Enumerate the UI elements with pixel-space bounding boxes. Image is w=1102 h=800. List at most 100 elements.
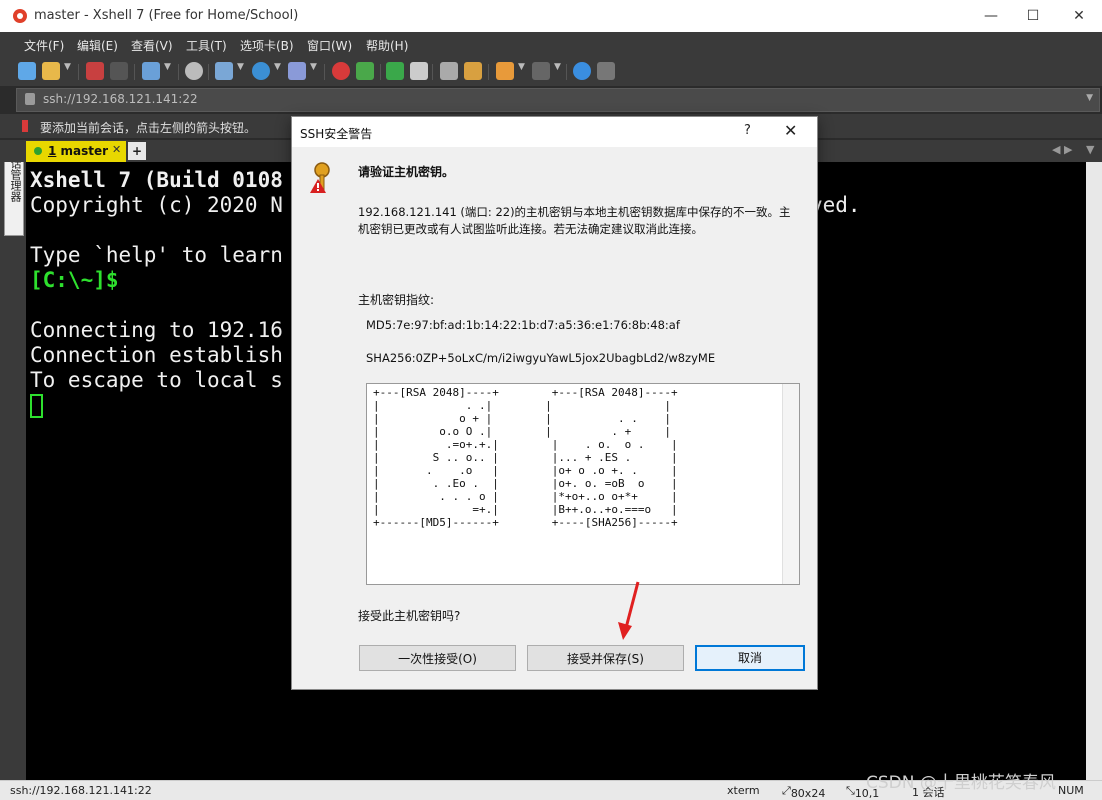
help-icon[interactable]	[573, 62, 591, 80]
menu-tools[interactable]: 工具(T)	[186, 37, 227, 54]
layout-icon[interactable]	[215, 62, 233, 80]
chevron-down-icon[interactable]: ▼	[1086, 93, 1093, 103]
new-tab-button[interactable]: +	[128, 142, 146, 160]
lock-icon	[25, 93, 35, 105]
menu-help[interactable]: 帮助(H)	[366, 37, 408, 54]
xshell-logo-icon	[13, 9, 27, 23]
status-term-size-value: 80x24	[790, 787, 826, 800]
bookmark-icon[interactable]	[22, 120, 28, 132]
close-window-button[interactable]: ✕	[1056, 0, 1102, 32]
dialog-help-button[interactable]: ?	[744, 123, 751, 138]
terminal-scrollbar[interactable]	[1086, 162, 1102, 780]
terminal-cursor	[30, 394, 43, 418]
menu-bar: 文件(F) 编辑(E) 查看(V) 工具(T) 选项卡(B) 窗口(W) 帮助(…	[0, 32, 1102, 58]
watermark: CSDN @十里桃花笑春风	[866, 773, 1056, 793]
tab-master[interactable]: 1 master ✕	[26, 141, 126, 162]
toolbar-divider	[134, 64, 135, 80]
fingerprint-label: 主机密钥指纹:	[358, 293, 435, 307]
disconnect-icon[interactable]	[86, 62, 104, 80]
xagent-icon[interactable]	[356, 62, 374, 80]
tab-close-icon[interactable]: ✕	[112, 143, 121, 156]
dialog-body-line1: 192.168.121.141 (端口: 22)的主机密钥与本地主机密钥数据库中…	[358, 205, 791, 219]
maximize-button[interactable]: ☐	[1010, 0, 1056, 32]
toolbar-divider	[178, 64, 179, 80]
randomart-text: +---[RSA 2048]----+ +---[RSA 2048]----+ …	[373, 386, 678, 529]
reconnect-icon[interactable]	[110, 62, 128, 80]
toolbar-divider	[488, 64, 489, 80]
menu-file[interactable]: 文件(F)	[24, 37, 64, 54]
chat-icon[interactable]	[597, 62, 615, 80]
status-term-size: ⤢ 80x24	[782, 784, 826, 800]
md5-fingerprint: MD5:7e:97:bf:ad:1b:14:22:1b:d7:a5:36:e1:…	[366, 318, 680, 332]
connected-status-icon	[34, 147, 42, 155]
randomart-scrollbar[interactable]	[782, 384, 799, 584]
terminal-line: To escape to local s	[30, 368, 283, 392]
menu-window[interactable]: 窗口(W)	[307, 37, 352, 54]
compose-icon[interactable]	[496, 62, 514, 80]
toolbar-divider	[78, 64, 79, 80]
chevron-down-icon[interactable]: ▼	[64, 62, 71, 72]
highlight-icon[interactable]	[464, 62, 482, 80]
terminal-line: Copyright (c) 2020 N	[30, 193, 283, 217]
keyboard-icon[interactable]	[440, 62, 458, 80]
dialog-heading: 请验证主机密钥。	[358, 165, 455, 179]
toolbar-divider	[208, 64, 209, 80]
minimize-button[interactable]: —	[968, 0, 1014, 32]
window-title: master - Xshell 7 (Free for Home/School)	[34, 8, 299, 23]
tile-icon[interactable]	[532, 62, 550, 80]
accept-once-button[interactable]: 一次性接受(O)	[359, 645, 516, 671]
dialog-body-line2: 机密钥已更改或有人试图监听此连接。若无法确定建议取消此连接。	[358, 222, 703, 236]
terminal-line: Connection establish	[30, 343, 283, 367]
annotation-arrow-icon	[618, 581, 640, 640]
terminal-prompt: [C:\~]$	[30, 268, 119, 292]
search-icon[interactable]	[185, 62, 203, 80]
terminal-line: Xshell 7 (Build 0108	[30, 168, 283, 192]
tab-label: 1 master	[48, 144, 108, 158]
new-session-icon[interactable]	[18, 62, 36, 80]
terminal-line: Type `help' to learn	[30, 243, 283, 267]
chevron-down-icon[interactable]: ▼	[518, 62, 525, 72]
randomart-box[interactable]: +---[RSA 2048]----+ +---[RSA 2048]----+ …	[366, 383, 800, 585]
key-warning-icon	[310, 162, 330, 193]
status-connection: ssh://192.168.121.141:22	[10, 784, 152, 797]
toolbar-divider	[324, 64, 325, 80]
tab-scroll-icon[interactable]: ◀ ▶	[1052, 143, 1072, 156]
chevron-down-icon[interactable]: ▼	[554, 62, 561, 72]
title-bar: master - Xshell 7 (Free for Home/School)…	[0, 0, 1102, 32]
accept-and-save-button[interactable]: 接受并保存(S)	[527, 645, 684, 671]
accept-question: 接受此主机密钥吗?	[358, 609, 461, 623]
chevron-down-icon[interactable]: ▼	[237, 62, 244, 72]
menu-tabs[interactable]: 选项卡(B)	[240, 37, 294, 54]
toolbar-divider	[566, 64, 567, 80]
toolbar-divider	[380, 64, 381, 80]
status-cursor-pos: ⤡ 10,1	[846, 784, 880, 800]
address-bar[interactable]: ssh://192.168.121.141:22 ▼	[16, 88, 1100, 112]
font-icon[interactable]	[288, 62, 306, 80]
lock-icon[interactable]	[410, 62, 428, 80]
tab-index: 1	[48, 144, 57, 158]
dialog-close-button[interactable]: ✕	[784, 121, 797, 140]
chevron-down-icon[interactable]: ▼	[274, 62, 281, 72]
terminal-line: Connecting to 192.16	[30, 318, 283, 342]
dialog-title: SSH安全警告	[300, 127, 373, 141]
session-manager-strip: 会话管理器	[0, 140, 26, 780]
properties-icon[interactable]	[142, 62, 160, 80]
toolbar-divider	[432, 64, 433, 80]
menu-view[interactable]: 查看(V)	[131, 37, 173, 54]
xftp-icon[interactable]	[332, 62, 350, 80]
menu-edit[interactable]: 编辑(E)	[77, 37, 118, 54]
status-num: NUM	[1058, 784, 1084, 797]
tab-name: master	[60, 144, 109, 158]
chevron-down-icon[interactable]: ▼	[164, 62, 171, 72]
dialog-title-bar: SSH安全警告 ? ✕	[292, 117, 817, 147]
open-folder-icon[interactable]	[42, 62, 60, 80]
toolbar: ▼ ▼ ▼ ▼ ▼ ▼ ▼	[0, 58, 1102, 86]
sha256-fingerprint: SHA256:0ZP+5oLxC/m/i2iwgyuYawL5jox2Ubagb…	[366, 351, 716, 365]
fullscreen-icon[interactable]	[386, 62, 404, 80]
globe-icon[interactable]	[252, 62, 270, 80]
chevron-down-icon[interactable]: ▼	[310, 62, 317, 72]
status-term-type: xterm	[727, 784, 760, 797]
tab-list-icon[interactable]: ▼	[1086, 143, 1094, 156]
cancel-button[interactable]: 取消	[695, 645, 805, 671]
address-input[interactable]: ssh://192.168.121.141:22	[43, 92, 198, 106]
